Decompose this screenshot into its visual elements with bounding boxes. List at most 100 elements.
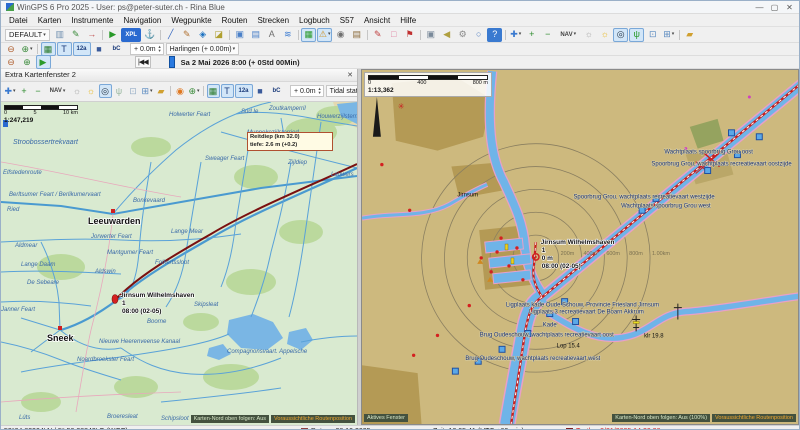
map-label: 600m (606, 251, 620, 257)
depth-offset-spinner[interactable]: + 0.0m ▲▼ (290, 85, 324, 97)
track-arrow-icon[interactable]: → (84, 28, 99, 42)
glyph: T (224, 87, 230, 96)
panel-close-button[interactable]: ✕ (347, 71, 353, 79)
map-label: 800m (629, 251, 643, 257)
deep-water-toggle[interactable]: ■ (92, 42, 107, 56)
zoom-in-icon[interactable]: + (524, 28, 539, 42)
chart-colors-toggle[interactable]: bC (268, 84, 286, 98)
pink-window-icon[interactable]: □ (386, 28, 401, 42)
wrench-icon[interactable]: ⚙ (455, 28, 470, 42)
maximize-button[interactable]: ▢ (767, 3, 782, 12)
menu-s57[interactable]: S57 (335, 16, 359, 25)
backlight-off-icon[interactable]: ☼ (581, 28, 596, 42)
flag-icon[interactable]: ⚑ (402, 28, 417, 42)
backlight-on-icon[interactable]: ☼ (85, 84, 98, 98)
zoom-out-icon[interactable]: − (32, 84, 45, 98)
menu-karten[interactable]: Karten (33, 16, 67, 25)
red-pencil-icon[interactable]: ✎ (370, 28, 385, 42)
simulation-icon[interactable]: ▶ (36, 55, 51, 69)
tide-stations-icon[interactable]: ⊕▾ (20, 42, 35, 56)
route-pencil-icon[interactable]: ✎ (68, 28, 83, 42)
deep-water-toggle[interactable]: ■ (254, 84, 267, 98)
zoom-in-icon[interactable]: + (18, 84, 31, 98)
grib-waves-icon[interactable]: ≋ (280, 28, 295, 42)
measure-icon[interactable]: ╱ (163, 28, 178, 42)
pan-arrows-icon[interactable]: ✚▾ (4, 84, 17, 98)
search-icon[interactable]: ○ (471, 28, 486, 42)
world-chart-icon[interactable]: ⊕▾ (188, 84, 201, 98)
text-toggle[interactable]: T (57, 42, 72, 56)
menu-ansicht[interactable]: Ansicht (359, 16, 395, 25)
gps-position-icon[interactable]: ◉ (174, 84, 187, 98)
depth-offset-spinner[interactable]: + 0.0m ▲▼ (130, 43, 164, 55)
minimize-button[interactable]: — (752, 3, 767, 12)
webcam-icon[interactable]: ◉ (333, 28, 348, 42)
center-vessel-icon[interactable]: ◎ (613, 28, 628, 42)
almanac-icon[interactable]: ▤ (349, 28, 364, 42)
time-simulation-toolbar: ⊖⊕▶ |◀◀ Sa 2 Mai 2026 8:00 (+ 0Std 00Min… (1, 56, 799, 69)
spinner-arrows-icon[interactable]: ▲▼ (158, 45, 162, 53)
pip-window-icon[interactable]: ⊡ (645, 28, 660, 42)
chart-1800-icon[interactable]: ▦ (207, 84, 220, 98)
map-label: Jorwerter Feart (90, 234, 132, 240)
left-map[interactable]: Holwerter FeartSúd IeZoutkamperrilHouwer… (1, 102, 357, 425)
tile-window-icon[interactable]: ▣ (423, 28, 438, 42)
depths-toggle[interactable]: 12a (73, 42, 91, 56)
map-label: Wachtplaats spoorbrug Grou west (621, 203, 711, 209)
menu-routen[interactable]: Routen (217, 16, 253, 25)
text-toggle[interactable]: T (221, 84, 234, 98)
help-icon[interactable]: ? (487, 28, 502, 42)
megaphone-icon[interactable]: ◀ (439, 28, 454, 42)
xpl-button[interactable]: XPL (121, 28, 141, 42)
menu-hilfe[interactable]: Hilfe (395, 16, 421, 25)
depths-toggle[interactable]: 12a (235, 84, 253, 98)
pan-arrows-icon[interactable]: ✚▾ (508, 28, 523, 42)
profile-dropdown[interactable]: DEFAULT ▾ (5, 29, 50, 41)
time-slider[interactable] (169, 56, 175, 68)
chart-folder-icon[interactable]: ▰ (682, 28, 697, 42)
text-label-icon[interactable]: A (264, 28, 279, 42)
time-offset-icon[interactable]: ⊖ (4, 42, 19, 56)
backlight-on-icon[interactable]: ☼ (597, 28, 612, 42)
anchor-icon[interactable]: ⚓ (142, 28, 157, 42)
time-step-back-icon[interactable]: ⊖ (4, 55, 19, 69)
zoom-out-icon[interactable]: − (540, 28, 555, 42)
start-navigation-icon[interactable]: ▶ (105, 28, 120, 42)
menu-instrumente[interactable]: Instrumente (66, 16, 118, 25)
chart-folder-icon[interactable]: ▰ (155, 84, 168, 98)
warnings-icon[interactable]: ⚠▾ (317, 28, 332, 42)
center-vessel-icon[interactable]: ◎ (99, 84, 112, 98)
menu-strecken[interactable]: Strecken (252, 16, 294, 25)
window-layout-icon[interactable]: ⊞▾ (141, 84, 154, 98)
follow-route-icon[interactable]: ψ (629, 28, 644, 42)
menu-logbuch[interactable]: Logbuch (294, 16, 335, 25)
panel-header: Extra Kartenfenster 2 ✕ (1, 69, 357, 82)
pip-window-icon[interactable]: ⊡ (127, 84, 140, 98)
close-button[interactable]: ✕ (782, 3, 797, 12)
skip-to-start-button[interactable]: |◀◀ (135, 56, 151, 68)
nav-mode-button[interactable]: NAV▾ (556, 28, 580, 42)
compass-rose-icon[interactable]: ◈ (195, 28, 210, 42)
waypoint-marker-icon[interactable] (112, 294, 118, 303)
eraser-icon[interactable]: ◪ (211, 28, 226, 42)
chart-manager-icon[interactable]: ▦ (301, 28, 316, 42)
follow-route-icon[interactable]: ψ (113, 84, 126, 98)
copy-chart-icon[interactable]: ▣ (232, 28, 247, 42)
time-now-icon[interactable]: ⊕ (20, 55, 35, 69)
main-chart-window[interactable]: Wachtplaats spoorbrug Grou oostSpoorbrug… (361, 69, 799, 425)
spinner-arrows-icon[interactable]: ▲▼ (318, 87, 322, 95)
menu-wegpunkte[interactable]: Wegpunkte (166, 16, 216, 25)
gps-connect-icon[interactable]: ▥ (52, 28, 67, 42)
edit-pencil-icon[interactable]: ✎ (179, 28, 194, 42)
nav-mode-button[interactable]: NAV▾ (46, 84, 70, 98)
menu-datei[interactable]: Datei (4, 16, 33, 25)
backlight-off-icon[interactable]: ☼ (71, 84, 84, 98)
menu-navigation[interactable]: Navigation (119, 16, 167, 25)
window-layout-icon[interactable]: ⊞▾ (661, 28, 676, 42)
chart-list-icon[interactable]: ▤ (248, 28, 263, 42)
tide-station-dropdown[interactable]: Harlingen (+ 0.00m) ▾ (166, 43, 240, 55)
north-mode-badge: Karten-Nord oben folgen: Aus (191, 415, 269, 423)
chart-1800-icon[interactable]: ▦ (41, 42, 56, 56)
chart-colors-toggle[interactable]: bC (108, 42, 126, 56)
nautical-chart[interactable]: Wachtplaats spoorbrug Grou oostSpoorbrug… (362, 70, 799, 425)
